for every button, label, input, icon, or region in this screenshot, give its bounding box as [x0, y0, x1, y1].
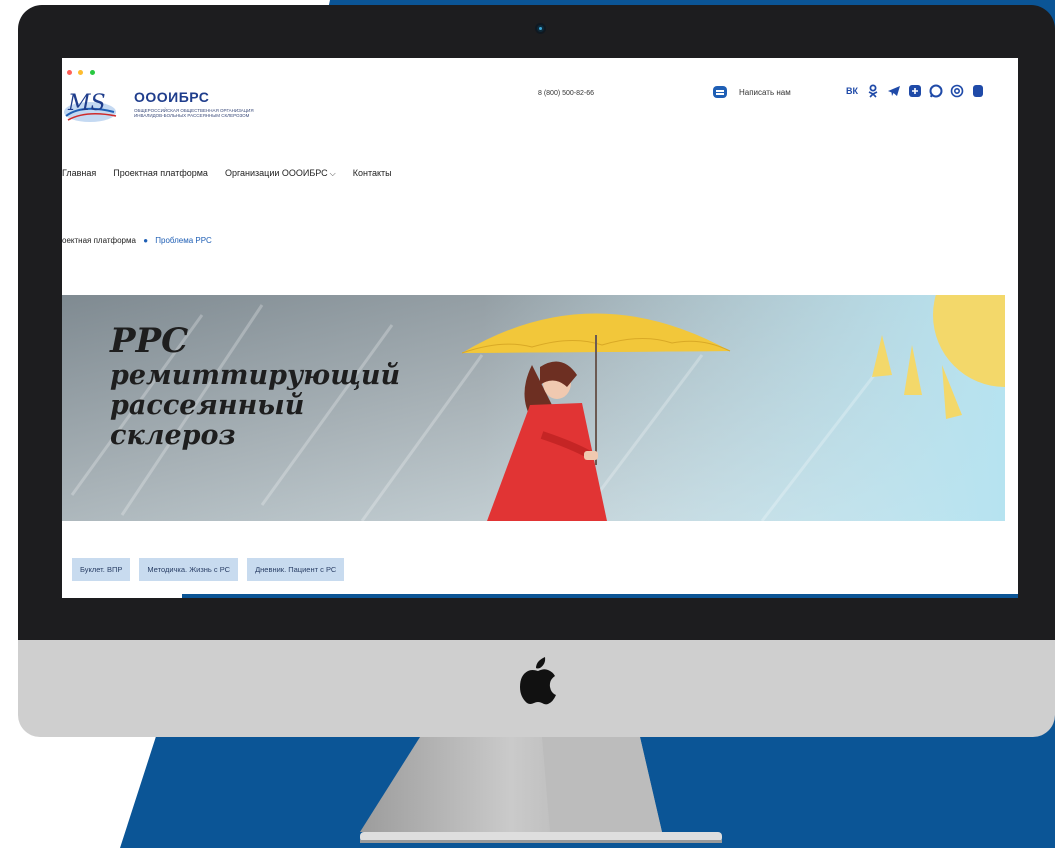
write-us-button[interactable]: Написать нам	[713, 86, 791, 98]
banner-line: ремиттирующий	[110, 360, 401, 391]
org-name: ОООИБРС	[134, 89, 210, 105]
telegram-icon[interactable]	[887, 84, 901, 98]
org-subtitle: Общероссийская общественная организация …	[134, 108, 254, 119]
monitor-stand	[360, 737, 722, 843]
nav-item-project-platform[interactable]: Проектная платформа	[113, 168, 208, 179]
social-links: ВК	[845, 84, 992, 98]
breadcrumb: оектная платформа ● Проблема РРС	[62, 236, 212, 245]
banner-title: РРС	[110, 321, 189, 361]
nav-item-home[interactable]: Главная	[62, 168, 96, 179]
website-screen: MS ОООИБРС Общероссийская общественная о…	[62, 58, 1018, 598]
plus-icon[interactable]	[908, 84, 922, 98]
at-icon[interactable]	[950, 84, 964, 98]
close-dot[interactable]	[67, 70, 72, 75]
svg-text:MS: MS	[67, 91, 106, 116]
vk-icon[interactable]: ВК	[845, 84, 859, 98]
breadcrumb-parent[interactable]: оектная платформа	[62, 236, 136, 245]
hero-banner: РРС ремиттирующий рассеянный склероз	[62, 295, 1005, 521]
write-us-label: Написать нам	[739, 87, 791, 97]
site-header: MS ОООИБРС Общероссийская общественная о…	[62, 58, 1018, 198]
vk-label: ВК	[846, 86, 858, 96]
main-navigation: Главная Проектная платформа Организации …	[62, 168, 409, 179]
maximize-dot[interactable]	[89, 70, 95, 75]
phone-number[interactable]: 8 (800) 500-82-66	[538, 90, 594, 97]
screen-backdrop-strip	[182, 594, 1018, 598]
tag-diary[interactable]: Дневник. Пациент с РС	[247, 558, 345, 581]
site-logo[interactable]: MS	[62, 82, 126, 128]
breadcrumb-current: Проблема РРС	[155, 236, 212, 245]
odnoklassniki-icon[interactable]	[866, 84, 880, 98]
whatsapp-icon[interactable]	[929, 84, 943, 98]
camera-icon	[537, 25, 544, 32]
apple-logo-icon	[520, 657, 556, 705]
chat-bubble-icon	[713, 86, 727, 98]
banner-text: РРС ремиттирующий рассеянный склероз	[110, 321, 400, 451]
banner-line: рассеянный	[110, 390, 305, 421]
chevron-down-icon: ⌵	[329, 169, 336, 178]
nav-item-organizations[interactable]: Организации ОООИБРС ⌵	[225, 168, 336, 179]
tag-booklet[interactable]: Буклет. ВПР	[72, 558, 131, 581]
nav-item-organizations-label: Организации ОООИБРС	[224, 168, 328, 178]
banner-line: склероз	[110, 420, 236, 451]
more-social-icon[interactable]	[971, 84, 985, 98]
minimize-dot[interactable]	[78, 70, 84, 75]
window-controls	[67, 62, 97, 80]
tag-manual[interactable]: Методичка. Жизнь с РС	[139, 558, 239, 581]
nav-item-contacts[interactable]: Контакты	[353, 168, 392, 179]
breadcrumb-separator-icon: ●	[143, 236, 149, 245]
document-tags: Буклет. ВПР Методичка. Жизнь с РС Дневни…	[72, 558, 353, 581]
